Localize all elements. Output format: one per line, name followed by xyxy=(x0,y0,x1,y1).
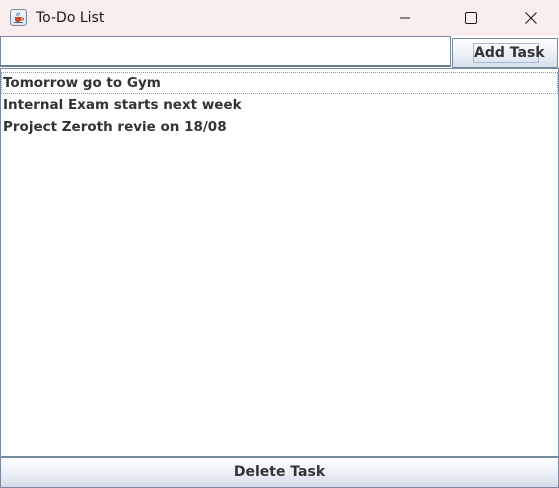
minimize-icon xyxy=(400,17,410,19)
maximize-icon xyxy=(465,12,477,24)
close-button[interactable] xyxy=(508,0,554,36)
minimize-button[interactable] xyxy=(382,0,428,36)
task-input[interactable] xyxy=(0,36,451,67)
todo-window: To-Do List Add Task Tomorrow go to Gym I… xyxy=(0,0,559,488)
delete-task-button[interactable]: Delete Task xyxy=(0,457,559,488)
list-item[interactable]: Project Zeroth revie on 18/08 xyxy=(1,116,558,138)
list-item[interactable]: Internal Exam starts next week xyxy=(1,94,558,116)
add-task-label: Add Task xyxy=(473,43,545,63)
window-title: To-Do List xyxy=(36,10,105,26)
maximize-button[interactable] xyxy=(448,0,494,36)
add-task-button[interactable]: Add Task xyxy=(452,38,558,68)
task-list[interactable]: Tomorrow go to Gym Internal Exam starts … xyxy=(0,68,559,457)
title-bar[interactable]: To-Do List xyxy=(0,0,559,36)
java-cup-icon xyxy=(10,9,27,26)
close-icon xyxy=(525,12,537,24)
list-item[interactable]: Tomorrow go to Gym xyxy=(1,72,558,94)
